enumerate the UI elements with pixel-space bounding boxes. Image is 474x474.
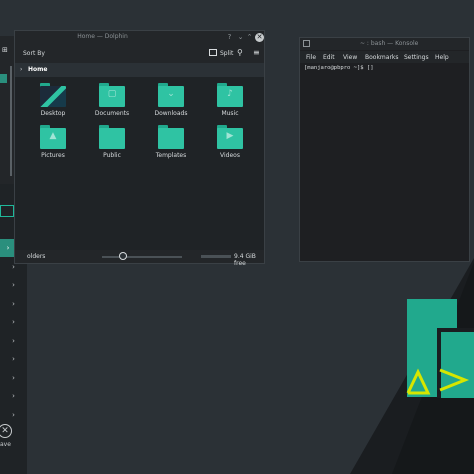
folder-item[interactable]: ▲ Pictures (28, 125, 78, 167)
sort-by-button[interactable]: Sort By (23, 50, 45, 57)
launcher-category-item[interactable]: › (0, 295, 27, 313)
folder-label: Videos (220, 152, 240, 159)
folder-glyph: ♪ (227, 89, 233, 99)
menu-help[interactable]: Help (435, 54, 449, 61)
launcher-category-item[interactable]: › (0, 276, 27, 294)
folder-label: Public (103, 152, 121, 159)
status-text: olders (27, 253, 46, 260)
dolphin-toolbar: Sort By Split ⚲ ≡ (15, 45, 264, 63)
launcher-category-item[interactable]: › (0, 387, 27, 405)
partial-sidebar: ⊞ (0, 36, 14, 184)
dolphin-titlebar[interactable]: Home — Dolphin ? ⌄ ⌃ ✕ (15, 31, 264, 45)
launcher-category-item[interactable]: › (0, 313, 27, 331)
status-bar: olders 9.4 GiB free (15, 250, 264, 267)
zoom-slider[interactable] (102, 256, 182, 258)
launcher-category-item[interactable]: › (0, 332, 27, 350)
folder-label: Pictures (41, 152, 65, 159)
folder-item[interactable]: ♪ Music (205, 83, 255, 125)
folder-label: Desktop (40, 110, 66, 117)
folder-label: Downloads (154, 110, 188, 117)
menu-settings[interactable]: Settings (404, 54, 429, 61)
terminal-icon (303, 40, 310, 47)
launcher-category-item[interactable]: › (0, 406, 27, 424)
places-selected[interactable] (0, 74, 7, 83)
window-title: Home — Dolphin (77, 33, 128, 40)
folder-item[interactable]: ▶ Videos (205, 125, 255, 167)
chevron-right-icon[interactable]: › (20, 66, 22, 73)
folder-item[interactable]: Desktop (28, 83, 78, 125)
folder-label: Documents (94, 110, 130, 117)
maximize-button[interactable]: ⌃ (245, 33, 254, 42)
terminal-prompt[interactable]: [manjaro@pbpro ~]$ [] (304, 65, 374, 71)
konsole-window: ~ : bash — Konsole File Edit View Bookma… (299, 37, 470, 262)
folder-label: Templates (155, 152, 187, 159)
launcher-category-item[interactable]: › (0, 350, 27, 368)
public-folder-icon (99, 128, 125, 149)
desktop-folder-icon (40, 86, 66, 107)
hamburger-menu-icon[interactable]: ≡ (253, 48, 260, 57)
free-space-text: 9.4 GiB free (234, 253, 256, 267)
konsole-titlebar[interactable]: ~ : bash — Konsole (300, 38, 469, 50)
folder-glyph: ⌄ (167, 89, 175, 99)
places-icon[interactable]: ⊞ (2, 46, 8, 54)
leave-label: ave (0, 441, 11, 448)
zoom-slider-handle[interactable] (119, 252, 127, 260)
search-icon[interactable]: ⚲ (237, 48, 243, 57)
launcher-search-input[interactable] (0, 205, 14, 217)
folder-item[interactable]: ⌄ Downloads (146, 83, 196, 125)
menu-view[interactable]: View (343, 54, 357, 61)
leave-glyph: ✕ (1, 426, 9, 436)
launcher-category-item[interactable]: › (0, 369, 27, 387)
templates-folder-icon (158, 128, 184, 149)
folder-item[interactable]: Templates (146, 125, 196, 167)
menu-bookmarks[interactable]: Bookmarks (365, 54, 399, 61)
folder-glyph: ▶ (226, 131, 234, 141)
folder-item[interactable]: ▢ Documents (87, 83, 137, 125)
free-space-bar (201, 255, 231, 258)
help-button[interactable]: ? (225, 33, 234, 42)
konsole-menubar: File Edit View Bookmarks Settings Help (300, 51, 469, 63)
split-button[interactable]: Split (220, 50, 233, 57)
split-icon[interactable] (209, 49, 217, 56)
window-title: ~ : bash — Konsole (360, 40, 419, 47)
menu-file[interactable]: File (306, 54, 316, 61)
minimize-button[interactable]: ⌄ (236, 33, 245, 42)
folder-label: Music (221, 110, 239, 117)
sidebar-scrollbar[interactable] (10, 66, 12, 176)
folder-glyph: ▢ (107, 89, 117, 99)
folder-glyph: ▲ (49, 131, 57, 141)
breadcrumb: › Home (15, 63, 264, 77)
menu-edit[interactable]: Edit (323, 54, 335, 61)
dolphin-window: Home — Dolphin ? ⌄ ⌃ ✕ Sort By Split ⚲ ≡… (14, 30, 265, 267)
breadcrumb-home[interactable]: Home (28, 66, 47, 73)
close-button[interactable]: ✕ (255, 33, 264, 42)
folder-item[interactable]: Public (87, 125, 137, 167)
